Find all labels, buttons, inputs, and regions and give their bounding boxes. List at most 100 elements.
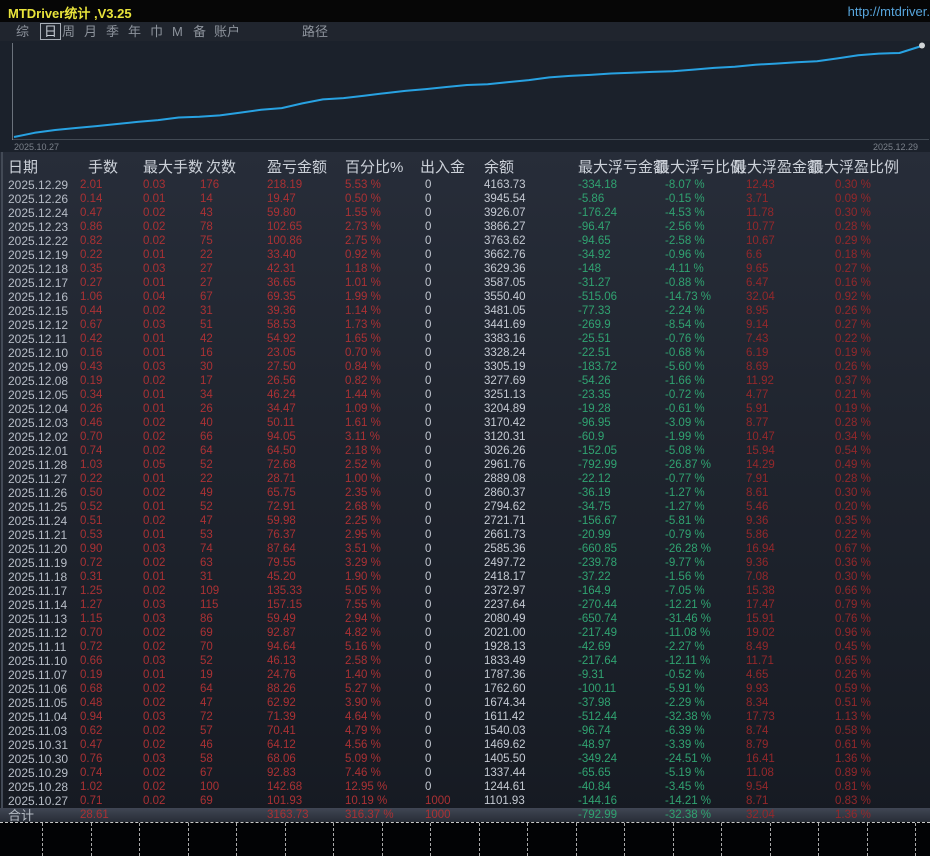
table-row[interactable]: 2025.12.10 0.16 0.01 16 23.05 0.70 % 0 3328.24 -…: [0, 346, 930, 360]
table-row[interactable]: 2025.11.12 0.70 0.02 69 92.87 4.82 % 0 2021.00 -…: [0, 626, 930, 640]
table-cell: 3629.36: [484, 263, 526, 275]
table-cell: 52: [200, 459, 213, 471]
table-row[interactable]: 2025.11.10 0.66 0.03 52 46.13 2.58 % 0 1833.49 -…: [0, 654, 930, 668]
table-cell: 0.76 %: [835, 613, 871, 625]
table-row[interactable]: 2025.12.18 0.35 0.03 27 42.31 1.18 % 0 3629.36 -…: [0, 262, 930, 276]
table-cell: 102.65: [267, 221, 303, 233]
table-cell: -23.35: [578, 389, 611, 401]
table-cell: 32.04: [746, 291, 775, 303]
table-row[interactable]: 2025.10.30 0.76 0.03 58 68.06 5.09 % 0 1405.50 -…: [0, 752, 930, 766]
table-row[interactable]: 2025.11.21 0.53 0.01 53 76.37 2.95 % 0 2661.73 -…: [0, 528, 930, 542]
table-row[interactable]: 2025.12.09 0.43 0.03 30 27.50 0.84 % 0 3305.19 -…: [0, 360, 930, 374]
table-cell: 0.28 %: [835, 417, 871, 429]
table-cell: 0: [425, 487, 432, 499]
table-cell: 0.01: [143, 249, 166, 261]
table-row[interactable]: 2025.11.28 1.03 0.05 52 72.68 2.52 % 0 2961.76 -…: [0, 458, 930, 472]
table-cell: 0.03: [143, 263, 166, 275]
table-cell: 68.06: [267, 753, 296, 765]
menu-item-8[interactable]: M: [172, 24, 183, 39]
table-row[interactable]: 2025.12.16 1.06 0.04 67 69.35 1.99 % 0 3550.40 -…: [0, 290, 930, 304]
menu-item-3[interactable]: 周: [62, 24, 75, 39]
table-cell: 49: [200, 487, 213, 499]
table-cell: 2418.17: [484, 571, 526, 583]
table-row[interactable]: 2025.11.20 0.90 0.03 74 87.64 3.51 % 0 2585.36 -…: [0, 542, 930, 556]
table-row[interactable]: 2025.12.02 0.70 0.02 66 94.05 3.11 % 0 3120.31 -…: [0, 430, 930, 444]
menu-item-2[interactable]: 日: [40, 23, 62, 40]
table-cell: -9.31: [578, 669, 605, 681]
table-cell: 4.77: [746, 389, 769, 401]
table-row[interactable]: 2025.12.05 0.34 0.01 34 46.24 1.44 % 0 3251.13 -…: [0, 388, 930, 402]
table-cell: 9.65: [746, 263, 769, 275]
table-cell: -2.58 %: [665, 235, 705, 247]
menu-item-10[interactable]: 账户: [214, 24, 240, 39]
table-row[interactable]: 2025.11.17 1.25 0.02 109 135.33 5.05 % 0 2372.9…: [0, 584, 930, 598]
table-row[interactable]: 2025.12.03 0.46 0.02 40 50.11 1.61 % 0 3170.42 -…: [0, 416, 930, 430]
table-row[interactable]: 2025.11.24 0.51 0.02 47 59.98 2.25 % 0 2721.71 -…: [0, 514, 930, 528]
table-row[interactable]: 2025.10.29 0.74 0.02 67 92.83 7.46 % 0 1337.44 -…: [0, 766, 930, 780]
total-cell: -32.38 %: [665, 809, 712, 821]
table-row[interactable]: 2025.11.07 0.19 0.01 19 24.76 1.40 % 0 1787.36 -…: [0, 668, 930, 682]
table-cell: 79.55: [267, 557, 296, 569]
table-cell: -6.39 %: [665, 725, 705, 737]
table-cell: 0.70: [80, 431, 103, 443]
table-row[interactable]: 2025.11.04 0.94 0.03 72 71.39 4.64 % 0 1611.42 -…: [0, 710, 930, 724]
table-row[interactable]: 2025.12.23 0.86 0.02 78 102.65 2.73 % 0 3866.27…: [0, 220, 930, 234]
menu-item-7[interactable]: 巾: [150, 24, 163, 39]
table-cell: 0: [425, 403, 432, 415]
table-row[interactable]: 2025.12.11 0.42 0.01 42 54.92 1.65 % 0 3383.16 -…: [0, 332, 930, 346]
total-cell: 316.37 %: [345, 809, 394, 821]
table-row[interactable]: 2025.10.27 0.71 0.02 69 101.93 10.19 % 1000 110…: [0, 794, 930, 808]
table-cell: 62.92: [267, 697, 296, 709]
table-row[interactable]: 2025.12.04 0.26 0.01 26 34.47 1.09 % 0 3204.89 -…: [0, 402, 930, 416]
table-row[interactable]: 2025.12.17 0.27 0.01 27 36.65 1.01 % 0 3587.05 -…: [0, 276, 930, 290]
menu-item-5[interactable]: 季: [106, 24, 119, 39]
table-row[interactable]: 2025.12.26 0.14 0.01 14 19.47 0.50 % 0 3945.54 -…: [0, 192, 930, 206]
menu-item-6[interactable]: 年: [128, 24, 141, 39]
table-row[interactable]: 2025.10.31 0.47 0.02 46 64.12 4.56 % 0 1469.62 -…: [0, 738, 930, 752]
table-cell: 40: [200, 417, 213, 429]
table-cell: 3.71: [746, 193, 769, 205]
table-cell: 2025.12.02: [8, 430, 69, 444]
table-cell: 2585.36: [484, 543, 526, 555]
table-cell: 0.51 %: [835, 697, 871, 709]
table-row[interactable]: 2025.12.22 0.82 0.02 75 100.86 2.75 % 0 3763.62…: [0, 234, 930, 248]
table-cell: 0.94: [80, 711, 103, 723]
table-cell: 2080.49: [484, 613, 526, 625]
table-row[interactable]: 2025.12.24 0.47 0.02 43 59.80 1.55 % 0 3926.07 -…: [0, 206, 930, 220]
table-row[interactable]: 2025.11.25 0.52 0.01 52 72.91 2.68 % 0 2794.62 -…: [0, 500, 930, 514]
table-cell: 0.50: [80, 487, 103, 499]
table-row[interactable]: 2025.12.15 0.44 0.02 31 39.36 1.14 % 0 3481.05 -…: [0, 304, 930, 318]
menu-item-1[interactable]: 综: [16, 24, 29, 39]
table-row[interactable]: 2025.11.05 0.48 0.02 47 62.92 3.90 % 0 1674.34 -…: [0, 696, 930, 710]
table-cell: 3441.69: [484, 319, 526, 331]
table-cell: 76.37: [267, 529, 296, 541]
table-cell: 0.43: [80, 361, 103, 373]
table-row[interactable]: 2025.11.27 0.22 0.01 22 28.71 1.00 % 0 2889.08 -…: [0, 472, 930, 486]
table-cell: 1000: [425, 795, 451, 807]
table-row[interactable]: 2025.11.14 1.27 0.03 115 157.15 7.55 % 0 2237.6…: [0, 598, 930, 612]
table-cell: 0.03: [143, 543, 166, 555]
table-row[interactable]: 2025.10.28 1.02 0.02 100 142.68 12.95 % 0 1244.…: [0, 780, 930, 794]
table-row[interactable]: 2025.12.08 0.19 0.02 17 26.56 0.82 % 0 3277.69 -…: [0, 374, 930, 388]
table-row[interactable]: 2025.11.18 0.31 0.01 31 45.20 1.90 % 0 2418.17 -…: [0, 570, 930, 584]
table-row[interactable]: 2025.11.13 1.15 0.03 86 59.49 2.94 % 0 2080.49 -…: [0, 612, 930, 626]
table-row[interactable]: 2025.12.12 0.67 0.03 51 58.53 1.73 % 0 3441.69 -…: [0, 318, 930, 332]
table-row[interactable]: 2025.12.29 2.01 0.03 176 218.19 5.53 % 0 4163.7…: [0, 178, 930, 192]
table-cell: 24.76: [267, 669, 296, 681]
table-row[interactable]: 2025.12.01 0.74 0.02 64 64.50 2.18 % 0 3026.26 -…: [0, 444, 930, 458]
table-cell: 2025.12.04: [8, 402, 69, 416]
site-link[interactable]: http://mtdriver.: [848, 4, 930, 19]
table-cell: -1.56 %: [665, 571, 705, 583]
table-row[interactable]: 2025.11.26 0.50 0.02 49 65.75 2.35 % 0 2860.37 -…: [0, 486, 930, 500]
table-row[interactable]: 2025.11.06 0.68 0.02 64 88.26 5.27 % 0 1762.60 -…: [0, 682, 930, 696]
menu-item-path[interactable]: 路径: [302, 24, 328, 39]
table-cell: 9.14: [746, 319, 769, 331]
table-row[interactable]: 2025.12.19 0.22 0.01 22 33.40 0.92 % 0 3662.76 -…: [0, 248, 930, 262]
bottom-grid-strip: [0, 822, 930, 856]
table-cell: 1674.34: [484, 697, 526, 709]
menu-item-4[interactable]: 月: [84, 24, 97, 39]
table-row[interactable]: 2025.11.19 0.72 0.02 63 79.55 3.29 % 0 2497.72 -…: [0, 556, 930, 570]
table-row[interactable]: 2025.11.03 0.62 0.02 57 70.41 4.79 % 0 1540.03 -…: [0, 724, 930, 738]
menu-item-9[interactable]: 备: [193, 24, 206, 39]
table-row[interactable]: 2025.11.11 0.72 0.02 70 94.64 5.16 % 0 1928.13 -…: [0, 640, 930, 654]
